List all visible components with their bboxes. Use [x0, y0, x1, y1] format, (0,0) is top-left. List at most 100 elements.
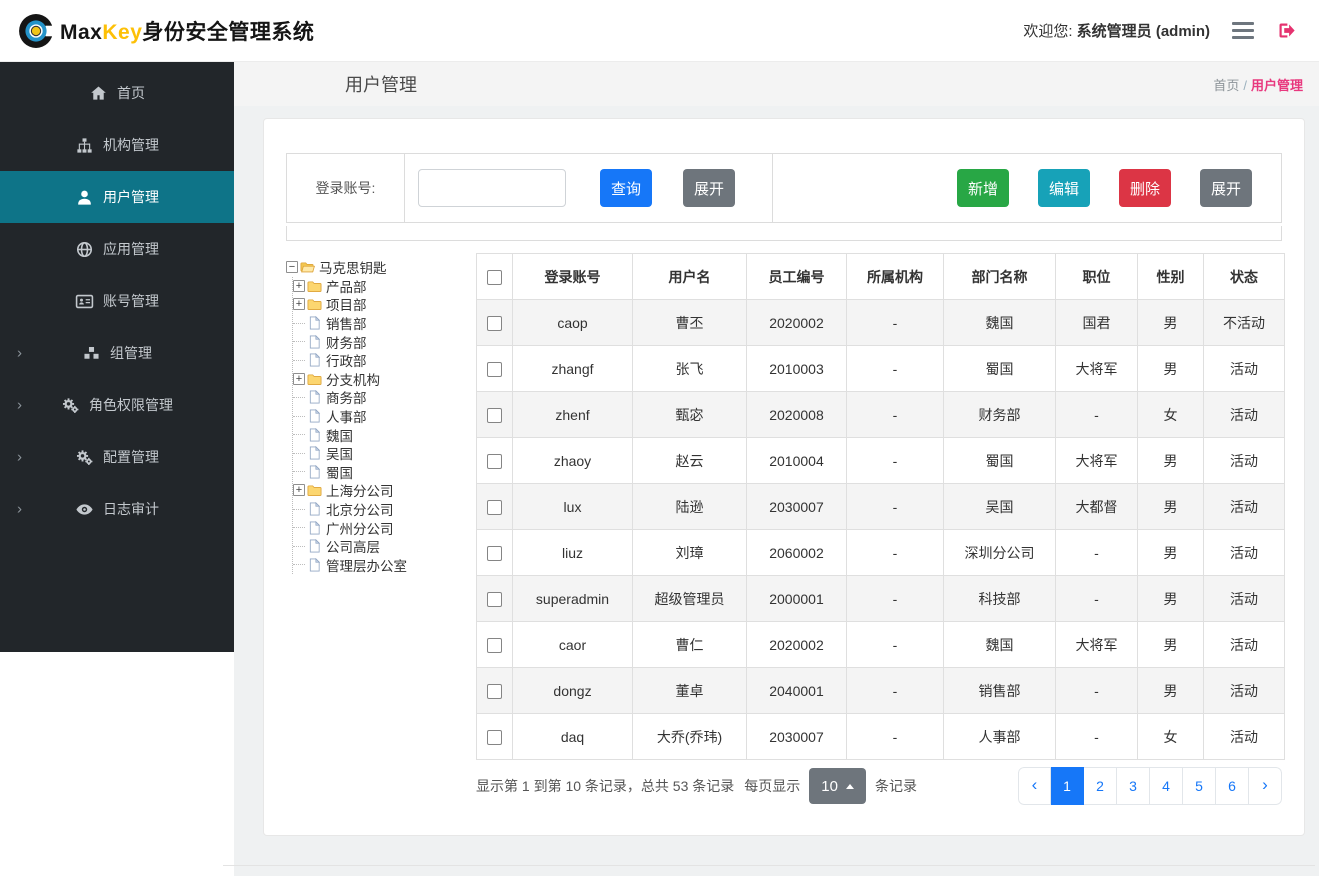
column-header[interactable]: 员工编号 — [746, 253, 847, 300]
page-button-2[interactable]: 2 — [1084, 767, 1117, 805]
expand-icon[interactable]: + — [293, 372, 305, 385]
tree-node-label[interactable]: 公司高层 — [326, 536, 380, 556]
tree-node[interactable]: + 项目部 — [293, 295, 474, 314]
table-row[interactable]: zhenf 甄宓 2020008- 财务部 - 女活动 — [476, 391, 1285, 438]
collapse-icon[interactable]: − — [286, 261, 298, 274]
tree-node[interactable]: 财务部 — [293, 332, 474, 351]
column-header[interactable]: 部门名称 — [943, 253, 1056, 300]
table-row[interactable]: caor 曹仁 2020002- 魏国 大将军男活动 — [476, 621, 1285, 668]
row-checkbox[interactable] — [487, 453, 502, 469]
select-all-checkbox[interactable] — [487, 269, 502, 285]
tree-node-label[interactable]: 行政部 — [326, 350, 367, 370]
sidebar-item-config[interactable]: › 配置管理 — [0, 431, 234, 483]
tree-node-label[interactable]: 人事部 — [326, 406, 367, 426]
next-page-button[interactable]: › — [1249, 767, 1282, 805]
logout-icon[interactable] — [1276, 20, 1297, 41]
tree-node-label[interactable]: 财务部 — [326, 332, 367, 352]
tree-node[interactable]: 吴国 — [293, 444, 474, 463]
delete-button[interactable]: 删除 — [1118, 169, 1171, 207]
column-header[interactable]: 所属机构 — [846, 253, 944, 300]
page-button-3[interactable]: 3 — [1117, 767, 1150, 805]
column-header[interactable]: 性别 — [1137, 253, 1204, 300]
tree-node[interactable]: 魏国 — [293, 425, 474, 444]
row-checkbox[interactable] — [487, 591, 502, 607]
prev-page-button[interactable]: ‹ — [1018, 767, 1051, 805]
table-row[interactable]: caop 曹丕 2020002- 魏国 国君男不活动 — [476, 299, 1285, 346]
table-row[interactable]: superadmin 超级管理员 2000001- 科技部 - 男活动 — [476, 575, 1285, 622]
tree-node-label[interactable]: 项目部 — [326, 294, 367, 314]
file-icon — [307, 409, 322, 423]
query-button[interactable]: 查询 — [600, 169, 653, 207]
page-size-select[interactable]: 10 — [809, 768, 866, 804]
sidebar-item-users[interactable]: 用户管理 — [0, 171, 234, 223]
sidebar-item-apps[interactable]: 应用管理 — [0, 223, 234, 275]
add-button[interactable]: 新增 — [956, 169, 1009, 207]
row-checkbox[interactable] — [487, 315, 502, 331]
column-header[interactable]: 登录账号 — [512, 253, 633, 300]
row-checkbox[interactable] — [487, 637, 502, 653]
expand-actions-button[interactable]: 展开 — [1199, 169, 1252, 207]
sidebar-item-home[interactable]: 首页 — [0, 67, 234, 119]
row-checkbox[interactable] — [487, 361, 502, 377]
expand-icon[interactable]: + — [293, 484, 305, 497]
tree-connector — [293, 341, 305, 343]
tree-node[interactable]: 商务部 — [293, 388, 474, 407]
expand-icon[interactable]: + — [293, 279, 305, 292]
table-row[interactable]: liuz 刘璋 2060002- 深圳分公司 - 男活动 — [476, 529, 1285, 576]
column-header[interactable]: 职位 — [1055, 253, 1138, 300]
tree-node[interactable]: 销售部 — [293, 314, 474, 333]
expand-icon[interactable]: + — [293, 298, 305, 311]
tree-node-label[interactable]: 上海分公司 — [326, 480, 394, 500]
page-button-6[interactable]: 6 — [1216, 767, 1249, 805]
tree-node[interactable]: 蜀国 — [293, 463, 474, 482]
tree-node-label[interactable]: 产品部 — [326, 276, 367, 296]
tree-node-label[interactable]: 魏国 — [326, 425, 353, 445]
sidebar-item-label: 配置管理 — [103, 449, 159, 465]
tree-node[interactable]: + 分支机构 — [293, 370, 474, 389]
tree-node[interactable]: 北京分公司 — [293, 500, 474, 519]
page-button-4[interactable]: 4 — [1150, 767, 1183, 805]
row-checkbox[interactable] — [487, 683, 502, 699]
table-row[interactable]: lux 陆逊 2030007- 吴国 大都督男活动 — [476, 483, 1285, 530]
breadcrumb-home-link[interactable]: 首页 — [1213, 78, 1239, 93]
sidebar-item-groups[interactable]: › 组管理 — [0, 327, 234, 379]
row-checkbox[interactable] — [487, 729, 502, 745]
table-row[interactable]: zhangf 张飞 2010003- 蜀国 大将军男活动 — [476, 345, 1285, 392]
tree-node[interactable]: 广州分公司 — [293, 518, 474, 537]
login-account-input[interactable] — [418, 169, 566, 207]
tree-node-label[interactable]: 吴国 — [326, 443, 353, 463]
tree-node[interactable]: 人事部 — [293, 407, 474, 426]
tree-node-label[interactable]: 销售部 — [326, 313, 367, 333]
tree-node-label[interactable]: 分支机构 — [326, 369, 380, 389]
sidebar-item-accounts[interactable]: 账号管理 — [0, 275, 234, 327]
table-row[interactable]: daq 大乔(乔玮) 2030007- 人事部 - 女活动 — [476, 713, 1285, 760]
table-row[interactable]: dongz 董卓 2040001- 销售部 - 男活动 — [476, 667, 1285, 714]
tree-node-label[interactable]: 北京分公司 — [326, 499, 394, 519]
tree-node-label[interactable]: 管理层办公室 — [326, 555, 407, 575]
column-header[interactable]: 状态 — [1203, 253, 1285, 300]
tree-node-label[interactable]: 广州分公司 — [326, 518, 394, 538]
sidebar-item-audit[interactable]: › 日志审计 — [0, 483, 234, 535]
tree-node[interactable]: 公司高层 — [293, 537, 474, 556]
hamburger-icon[interactable] — [1230, 20, 1256, 41]
page-button-1[interactable]: 1 — [1051, 767, 1084, 805]
sidebar-item-org[interactable]: 机构管理 — [0, 119, 234, 171]
table-row[interactable]: zhaoy 赵云 2010004- 蜀国 大将军男活动 — [476, 437, 1285, 484]
expand-search-button[interactable]: 展开 — [683, 169, 736, 207]
tree-node-label[interactable]: 商务部 — [326, 387, 367, 407]
edit-button[interactable]: 编辑 — [1037, 169, 1090, 207]
tree-node[interactable]: 行政部 — [293, 351, 474, 370]
tree-node-label[interactable]: 马克思钥匙 — [319, 257, 387, 277]
tree-node[interactable]: − 马克思钥匙 — [286, 258, 474, 277]
tree-node[interactable]: + 产品部 — [293, 277, 474, 296]
row-checkbox[interactable] — [487, 545, 502, 561]
tree-node[interactable]: 管理层办公室 — [293, 556, 474, 575]
sidebar-item-roles[interactable]: › 角色权限管理 — [0, 379, 234, 431]
tree-node-label[interactable]: 蜀国 — [326, 462, 353, 482]
tree-node[interactable]: + 上海分公司 — [293, 481, 474, 500]
column-header[interactable]: 用户名 — [632, 253, 747, 300]
table-cell: 男 — [1137, 483, 1204, 530]
page-button-5[interactable]: 5 — [1183, 767, 1216, 805]
row-checkbox[interactable] — [487, 499, 502, 515]
row-checkbox[interactable] — [487, 407, 502, 423]
